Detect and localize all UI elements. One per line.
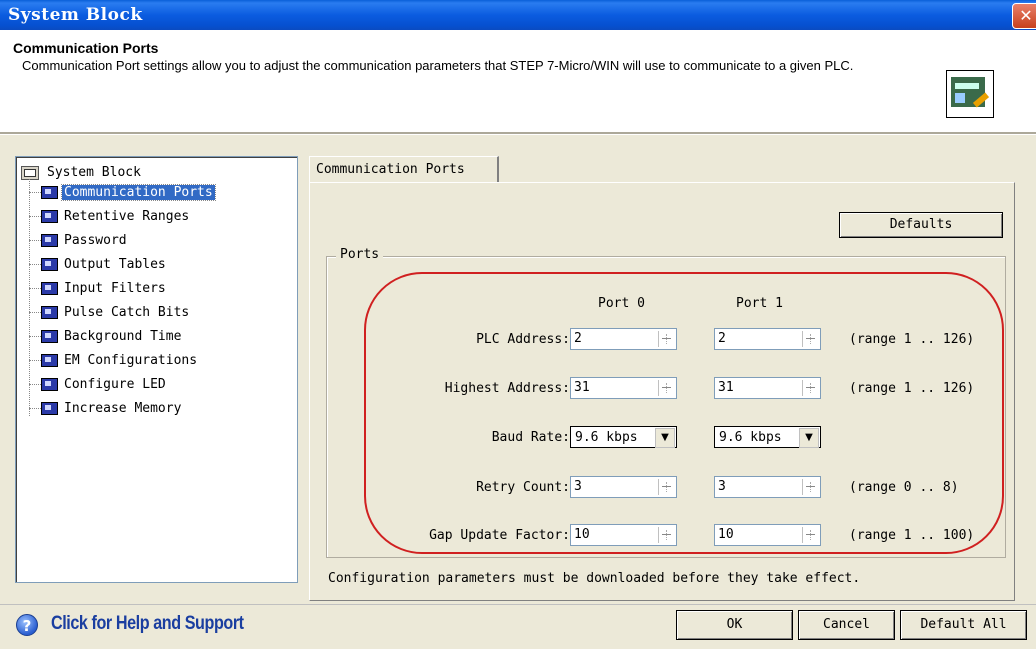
block-icon <box>41 329 58 343</box>
block-icon <box>41 305 58 319</box>
help-icon[interactable]: ? <box>16 614 38 636</box>
highest-address-range: (range 1 .. 126) <box>849 381 975 396</box>
tree-item-label: EM Configurations <box>64 352 198 368</box>
spin-arrows-icon[interactable] <box>658 380 674 396</box>
tree-item-input-filters[interactable]: Input Filters <box>29 278 168 298</box>
spin-arrows-icon[interactable] <box>802 527 818 543</box>
window-title: System Block <box>8 5 143 25</box>
plc-address-port0-stepper[interactable]: 2 <box>570 328 677 350</box>
communication-ports-icon <box>946 70 994 118</box>
plc-address-range: (range 1 .. 126) <box>849 332 975 347</box>
header-description: Communication Port settings allow you to… <box>22 58 854 73</box>
block-icon <box>41 377 58 391</box>
tree-item-background-time[interactable]: Background Time <box>29 326 183 346</box>
tab-communication-ports[interactable]: Communication Ports <box>309 156 499 182</box>
highlight-ellipse <box>364 272 1004 554</box>
highest-address-label: Highest Address: <box>444 381 570 396</box>
tree-item-label: Increase Memory <box>64 400 182 416</box>
tree-item-label: Input Filters <box>64 280 166 296</box>
stepper-value: 2 <box>574 331 582 346</box>
block-icon <box>41 401 58 415</box>
baud-rate-port1-select[interactable]: 9.6 kbps ▼ <box>714 426 821 448</box>
highest-address-port1-stepper[interactable]: 31 <box>714 377 821 399</box>
tree-item-output-tables[interactable]: Output Tables <box>29 254 168 274</box>
tree-item-retentive-ranges[interactable]: Retentive Ranges <box>29 206 191 226</box>
block-icon <box>41 209 58 223</box>
gap-update-factor-label: Gap Update Factor: <box>429 528 570 543</box>
retry-count-port0-stepper[interactable]: 3 <box>570 476 677 498</box>
cancel-button[interactable]: Cancel <box>798 610 895 640</box>
spin-arrows-icon[interactable] <box>802 331 818 347</box>
tree-item-communication-ports[interactable]: Communication Ports <box>29 182 216 202</box>
retry-count-label: Retry Count: <box>476 480 570 495</box>
chevron-down-icon[interactable]: ▼ <box>799 428 819 448</box>
tree-item-label: Pulse Catch Bits <box>64 304 190 320</box>
tree-item-label: Background Time <box>64 328 182 344</box>
spin-arrows-icon[interactable] <box>658 479 674 495</box>
block-icon <box>41 257 58 271</box>
ports-group-title: Ports <box>336 247 384 262</box>
help-support-link[interactable]: Click for Help and Support <box>51 613 244 635</box>
retry-count-port1-stepper[interactable]: 3 <box>714 476 821 498</box>
port-1-header: Port 1 <box>736 296 783 311</box>
select-value: 9.6 kbps <box>575 430 638 445</box>
tree-item-password[interactable]: Password <box>29 230 129 250</box>
highest-address-port0-stepper[interactable]: 31 <box>570 377 677 399</box>
tree-item-label: Communication Ports <box>61 183 216 201</box>
spin-arrows-icon[interactable] <box>658 527 674 543</box>
block-icon <box>41 281 58 295</box>
ok-button[interactable]: OK <box>676 610 793 640</box>
footer-divider <box>0 604 1036 605</box>
tree-item-increase-memory[interactable]: Increase Memory <box>29 398 183 418</box>
folder-icon <box>21 165 39 180</box>
baud-rate-port0-select[interactable]: 9.6 kbps ▼ <box>570 426 677 448</box>
stepper-value: 31 <box>718 380 734 395</box>
gap-update-factor-port1-stepper[interactable]: 10 <box>714 524 821 546</box>
block-icon <box>41 233 58 247</box>
download-note: Configuration parameters must be downloa… <box>328 571 861 586</box>
stepper-value: 10 <box>718 527 734 542</box>
tree-root[interactable]: System Block <box>21 165 143 180</box>
tree-item-label: Password <box>64 232 127 248</box>
block-icon <box>41 353 58 367</box>
header-panel: Communication Ports Communication Port s… <box>0 30 1036 132</box>
header-separator <box>0 132 1036 135</box>
header-title: Communication Ports <box>13 40 159 56</box>
gap-update-factor-port0-stepper[interactable]: 10 <box>570 524 677 546</box>
close-button[interactable]: ✕ <box>1012 3 1036 29</box>
tree-root-label: System Block <box>47 165 141 180</box>
tree-item-label: Retentive Ranges <box>64 208 190 224</box>
stepper-value: 3 <box>574 479 582 494</box>
default-all-button[interactable]: Default All <box>900 610 1027 640</box>
chevron-down-icon[interactable]: ▼ <box>655 428 675 448</box>
title-bar: System Block ✕ <box>0 0 1036 30</box>
spin-arrows-icon[interactable] <box>802 380 818 396</box>
stepper-value: 10 <box>574 527 590 542</box>
plc-address-port1-stepper[interactable]: 2 <box>714 328 821 350</box>
stepper-value: 2 <box>718 331 726 346</box>
stepper-value: 3 <box>718 479 726 494</box>
stepper-value: 31 <box>574 380 590 395</box>
defaults-button[interactable]: Defaults <box>839 212 1003 238</box>
select-value: 9.6 kbps <box>719 430 782 445</box>
tree-item-label: Output Tables <box>64 256 166 272</box>
system-block-dialog: System Block ✕ Communication Ports Commu… <box>0 0 1036 649</box>
gap-update-factor-range: (range 1 .. 100) <box>849 528 975 543</box>
tree-item-em-configurations[interactable]: EM Configurations <box>29 350 199 370</box>
system-block-tree[interactable]: System Block Communication Ports Retenti… <box>15 156 298 583</box>
spin-arrows-icon[interactable] <box>658 331 674 347</box>
tree-item-pulse-catch-bits[interactable]: Pulse Catch Bits <box>29 302 191 322</box>
tree-item-label: Configure LED <box>64 376 166 392</box>
retry-count-range: (range 0 .. 8) <box>849 480 959 495</box>
port-0-header: Port 0 <box>598 296 645 311</box>
block-icon <box>41 185 58 199</box>
plc-address-label: PLC Address: <box>476 332 570 347</box>
baud-rate-label: Baud Rate: <box>491 430 570 445</box>
spin-arrows-icon[interactable] <box>802 479 818 495</box>
tree-item-configure-led[interactable]: Configure LED <box>29 374 168 394</box>
